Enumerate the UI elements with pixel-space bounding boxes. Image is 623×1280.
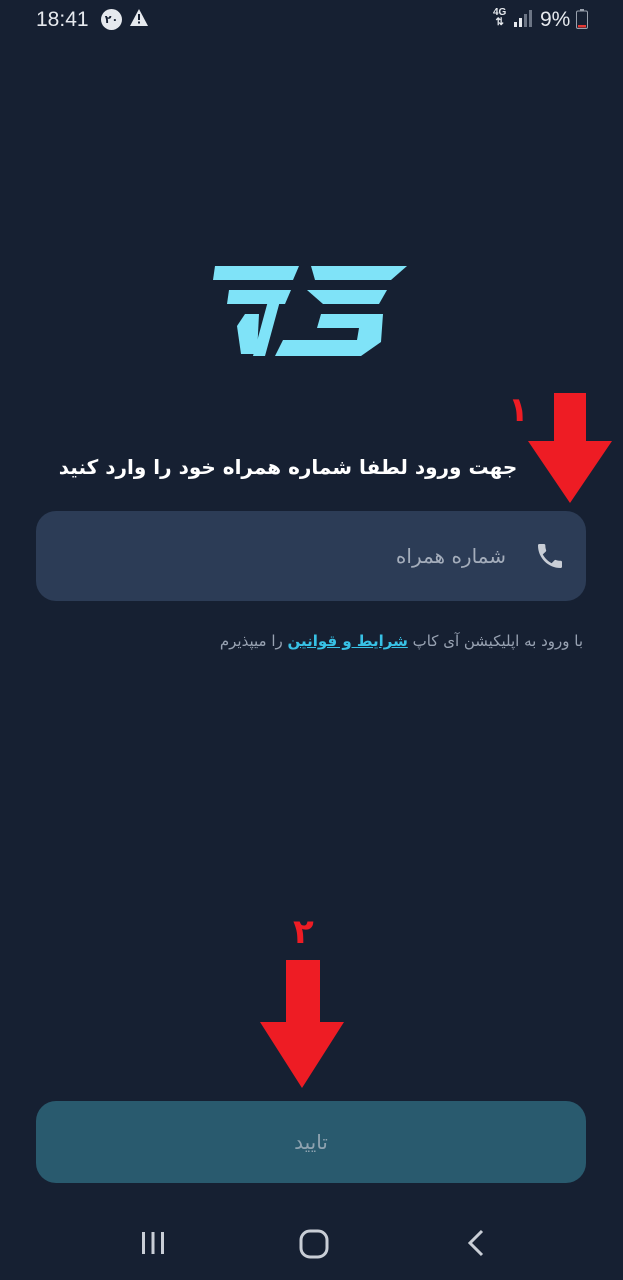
terms-prefix: با ورود به اپلیکیشن آی کاپ xyxy=(407,632,583,650)
status-time: 18:41 xyxy=(36,8,89,31)
status-bar: 18:41 ۲۰ 4G ⇅ 9% xyxy=(0,0,623,40)
annotation-step-1: ۱ xyxy=(508,390,529,430)
annotation-step-2: ۲ xyxy=(293,912,314,952)
battery-icon xyxy=(576,9,588,29)
phone-icon xyxy=(538,544,562,568)
terms-link[interactable]: شرایط و قوانین xyxy=(288,632,408,650)
confirm-button[interactable]: تایید xyxy=(36,1101,586,1183)
network-label: 4G xyxy=(493,7,507,18)
warning-icon xyxy=(130,9,148,26)
network-type: 4G ⇅ xyxy=(493,7,507,28)
annotation-arrow-down-icon xyxy=(260,960,344,1088)
phone-input[interactable] xyxy=(36,511,586,601)
notification-badge: ۲۰ xyxy=(101,9,122,30)
phone-field[interactable] xyxy=(36,511,586,601)
back-icon[interactable] xyxy=(464,1228,488,1258)
annotation-arrow-down-icon xyxy=(528,393,612,503)
login-instruction: جهت ورود لطفا شماره همراه خود را وارد کن… xyxy=(58,455,518,479)
system-nav-bar xyxy=(0,1210,623,1280)
terms-text: با ورود به اپلیکیشن آی کاپ شرایط و قوانی… xyxy=(36,632,583,650)
home-icon[interactable] xyxy=(298,1228,330,1260)
battery-percent: 9% xyxy=(540,8,571,31)
terms-suffix: را میپذیرم xyxy=(219,632,288,650)
app-logo xyxy=(213,266,407,356)
recents-icon[interactable] xyxy=(138,1228,168,1258)
signal-icon xyxy=(514,10,532,27)
